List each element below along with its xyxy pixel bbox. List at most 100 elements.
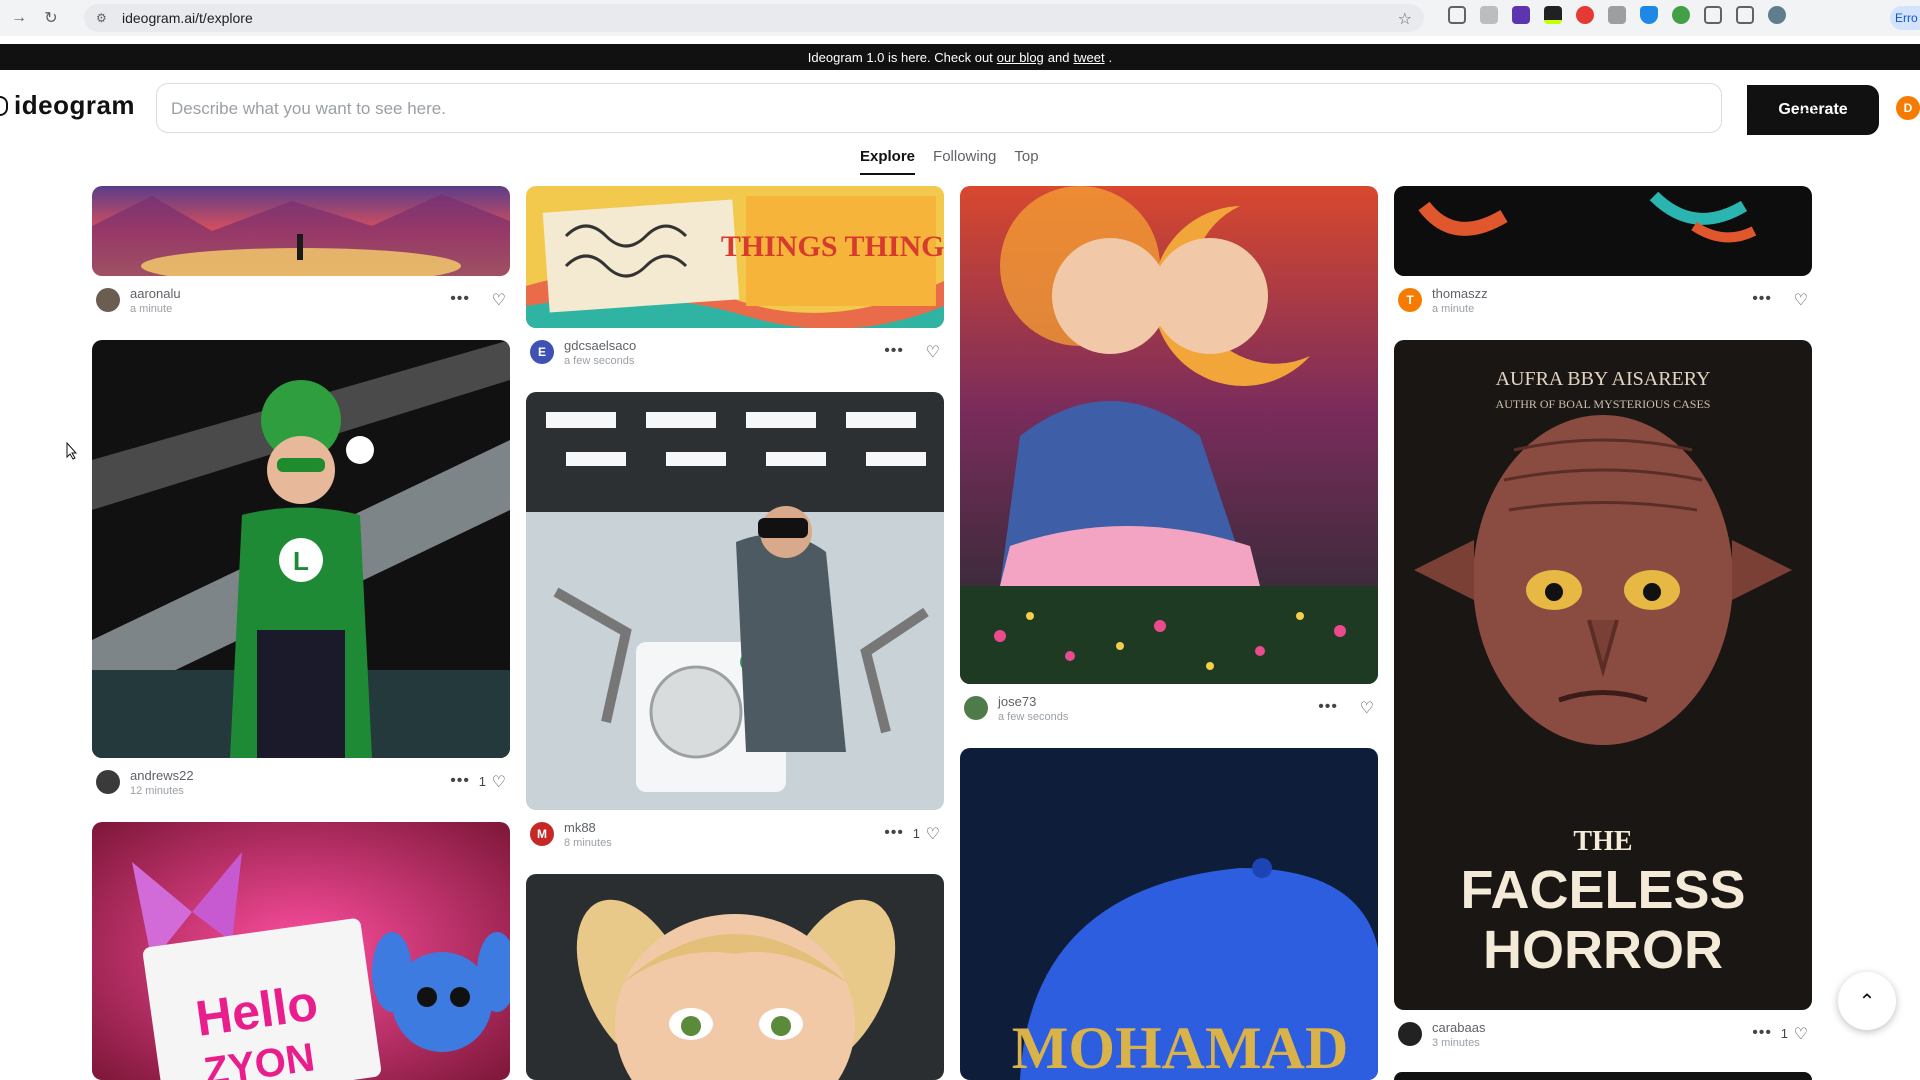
like-count: 1 xyxy=(478,774,486,789)
extension-2-icon[interactable] xyxy=(1512,6,1530,24)
book-title-line2: FACELESS xyxy=(1460,860,1745,920)
book-author-text: AUFRA BBY AISARERY xyxy=(1496,368,1711,390)
heart-icon[interactable]: ♡ xyxy=(492,290,506,310)
announcement-suffix: . xyxy=(1108,49,1113,65)
post-time: a minute xyxy=(130,303,173,315)
avatar[interactable]: E xyxy=(530,340,554,364)
username[interactable]: gdcsaelsaco xyxy=(564,338,636,353)
avatar[interactable]: T xyxy=(1398,288,1422,312)
username[interactable]: thomaszz xyxy=(1432,286,1488,301)
bell-icon[interactable]: 🔔︎ xyxy=(1794,96,1819,120)
post-meta: T thomaszz a minute ••• ♡ xyxy=(1394,280,1812,320)
logo-mark-icon xyxy=(0,95,8,116)
extension-4-icon[interactable] xyxy=(1576,6,1594,24)
chevron-up-icon: ⌃ xyxy=(1858,990,1876,1013)
like-count: 1 xyxy=(912,826,920,841)
reload-icon[interactable]: ↻ xyxy=(38,5,64,31)
avatar[interactable] xyxy=(964,696,988,720)
avatar[interactable] xyxy=(96,288,120,312)
fullscreen-icon[interactable] xyxy=(1448,6,1466,24)
like-count: 1 xyxy=(1780,1026,1788,1041)
post-time: 8 minutes xyxy=(564,837,612,849)
username[interactable]: aaronalu xyxy=(130,286,181,301)
more-options-icon[interactable]: ••• xyxy=(450,772,470,790)
post-time: 3 minutes xyxy=(1432,1037,1480,1049)
cap-text: MOHAMAD xyxy=(1012,1015,1349,1080)
image-card-vr-factory[interactable] xyxy=(526,392,944,810)
post-time: a few seconds xyxy=(998,711,1069,723)
image-card-hello-stitch[interactable]: Hello ZYON xyxy=(92,822,510,1080)
browser-profile-avatar[interactable] xyxy=(1768,6,1786,24)
avatar[interactable] xyxy=(96,770,120,794)
image-card-faceless-horror[interactable]: AUFRA BBY AISARERY AUTHR OF BOAL MYSTERI… xyxy=(1394,340,1812,1010)
prompt-input[interactable] xyxy=(171,96,1571,122)
avatar[interactable] xyxy=(1398,1022,1422,1046)
prompt-bar: Generate xyxy=(156,83,1879,135)
image-card-dark-abstract[interactable] xyxy=(1394,186,1812,276)
avatar[interactable]: M xyxy=(530,822,554,846)
more-options-icon[interactable]: ••• xyxy=(450,290,470,308)
forward-icon[interactable]: → xyxy=(6,5,32,31)
side-panel-icon[interactable] xyxy=(1736,6,1754,24)
heart-icon[interactable]: ♡ xyxy=(1794,1024,1808,1044)
image-card-sun-moon-kiss[interactable] xyxy=(960,186,1378,684)
username[interactable]: mk88 xyxy=(564,820,596,835)
image-card-blue-cap[interactable]: MOHAMAD xyxy=(960,748,1378,1080)
book-sub-text: AUTHR OF BOAL MYSTERIOUS CASES xyxy=(1496,397,1711,411)
tweet-link[interactable]: tweet xyxy=(1073,50,1104,65)
post-meta: carabaas 3 minutes ••• 1 ♡ xyxy=(1394,1014,1812,1054)
site-settings-icon[interactable]: ⚙ xyxy=(96,11,110,25)
more-options-icon[interactable]: ••• xyxy=(1752,1024,1772,1042)
tab-following[interactable]: Following xyxy=(933,148,996,175)
image-card-psychedelic-landscape[interactable] xyxy=(92,186,510,276)
home-icon[interactable]: ⌂ xyxy=(1744,96,1768,120)
post-meta: E gdcsaelsaco a few seconds ••• ♡ xyxy=(526,332,944,372)
image-card-green-hero[interactable]: L xyxy=(92,340,510,758)
scroll-to-top-button[interactable]: ⌃ xyxy=(1838,972,1896,1030)
username[interactable]: andrews22 xyxy=(130,768,194,783)
announcement-banner: Ideogram 1.0 is here. Check out our blog… xyxy=(0,44,1920,70)
puzzle-extensions-icon[interactable] xyxy=(1704,6,1722,24)
blog-link[interactable]: our blog xyxy=(997,50,1044,65)
extension-3-icon[interactable] xyxy=(1544,6,1562,24)
url-text: ideogram.ai/t/explore xyxy=(122,10,253,26)
ideogram-logo[interactable]: ideogram xyxy=(0,90,135,121)
post-time: a few seconds xyxy=(564,355,635,367)
extension-6-icon[interactable] xyxy=(1640,6,1658,24)
app-header: ideogram Generate ⌂ 🔔︎ ⚙ D xyxy=(0,82,1920,135)
heart-icon[interactable]: ♡ xyxy=(926,342,940,362)
image-card-next[interactable] xyxy=(1394,1072,1812,1080)
username[interactable]: jose73 xyxy=(998,694,1036,709)
more-options-icon[interactable]: ••• xyxy=(1318,698,1338,716)
book-title-line3: HORROR xyxy=(1483,920,1723,980)
username[interactable]: carabaas xyxy=(1432,1020,1485,1035)
more-options-icon[interactable]: ••• xyxy=(1752,290,1772,308)
extension-7-icon[interactable] xyxy=(1672,6,1690,24)
image-card-things-poster[interactable]: THINGS THINGS xyxy=(526,186,944,328)
gear-icon[interactable]: ⚙ xyxy=(1844,96,1868,120)
extension-1-icon[interactable] xyxy=(1480,6,1498,24)
feed-tabs: Explore Following Top xyxy=(860,148,1039,175)
heart-icon[interactable]: ♡ xyxy=(492,772,506,792)
more-options-icon[interactable]: ••• xyxy=(884,342,904,360)
tab-explore[interactable]: Explore xyxy=(860,148,916,175)
tab-top[interactable]: Top xyxy=(1014,148,1038,175)
book-title-line1: THE xyxy=(1573,826,1632,857)
profile-button[interactable]: Erro xyxy=(1890,6,1920,30)
more-options-icon[interactable]: ••• xyxy=(884,824,904,842)
heart-icon[interactable]: ♡ xyxy=(1360,698,1374,718)
svg-text:L: L xyxy=(293,546,309,576)
announcement-prefix: Ideogram 1.0 is here. Check out xyxy=(807,49,993,65)
post-time: a minute xyxy=(1432,303,1475,315)
post-meta: jose73 a few seconds ••• ♡ xyxy=(960,688,1378,728)
heart-icon[interactable]: ♡ xyxy=(926,824,940,844)
address-bar[interactable]: ⚙ ideogram.ai/t/explore ☆ xyxy=(84,4,1424,32)
extensions-row xyxy=(1448,6,1786,24)
user-avatar[interactable]: D xyxy=(1896,96,1920,120)
heart-icon[interactable]: ♡ xyxy=(1794,290,1808,310)
post-meta: andrews22 12 minutes ••• 1 ♡ xyxy=(92,762,510,802)
extension-5-icon[interactable] xyxy=(1608,6,1626,24)
bookmark-star-icon[interactable]: ☆ xyxy=(1398,9,1412,29)
image-card-cartoon-girl[interactable] xyxy=(526,874,944,1080)
logo-text: ideogram xyxy=(14,90,136,120)
